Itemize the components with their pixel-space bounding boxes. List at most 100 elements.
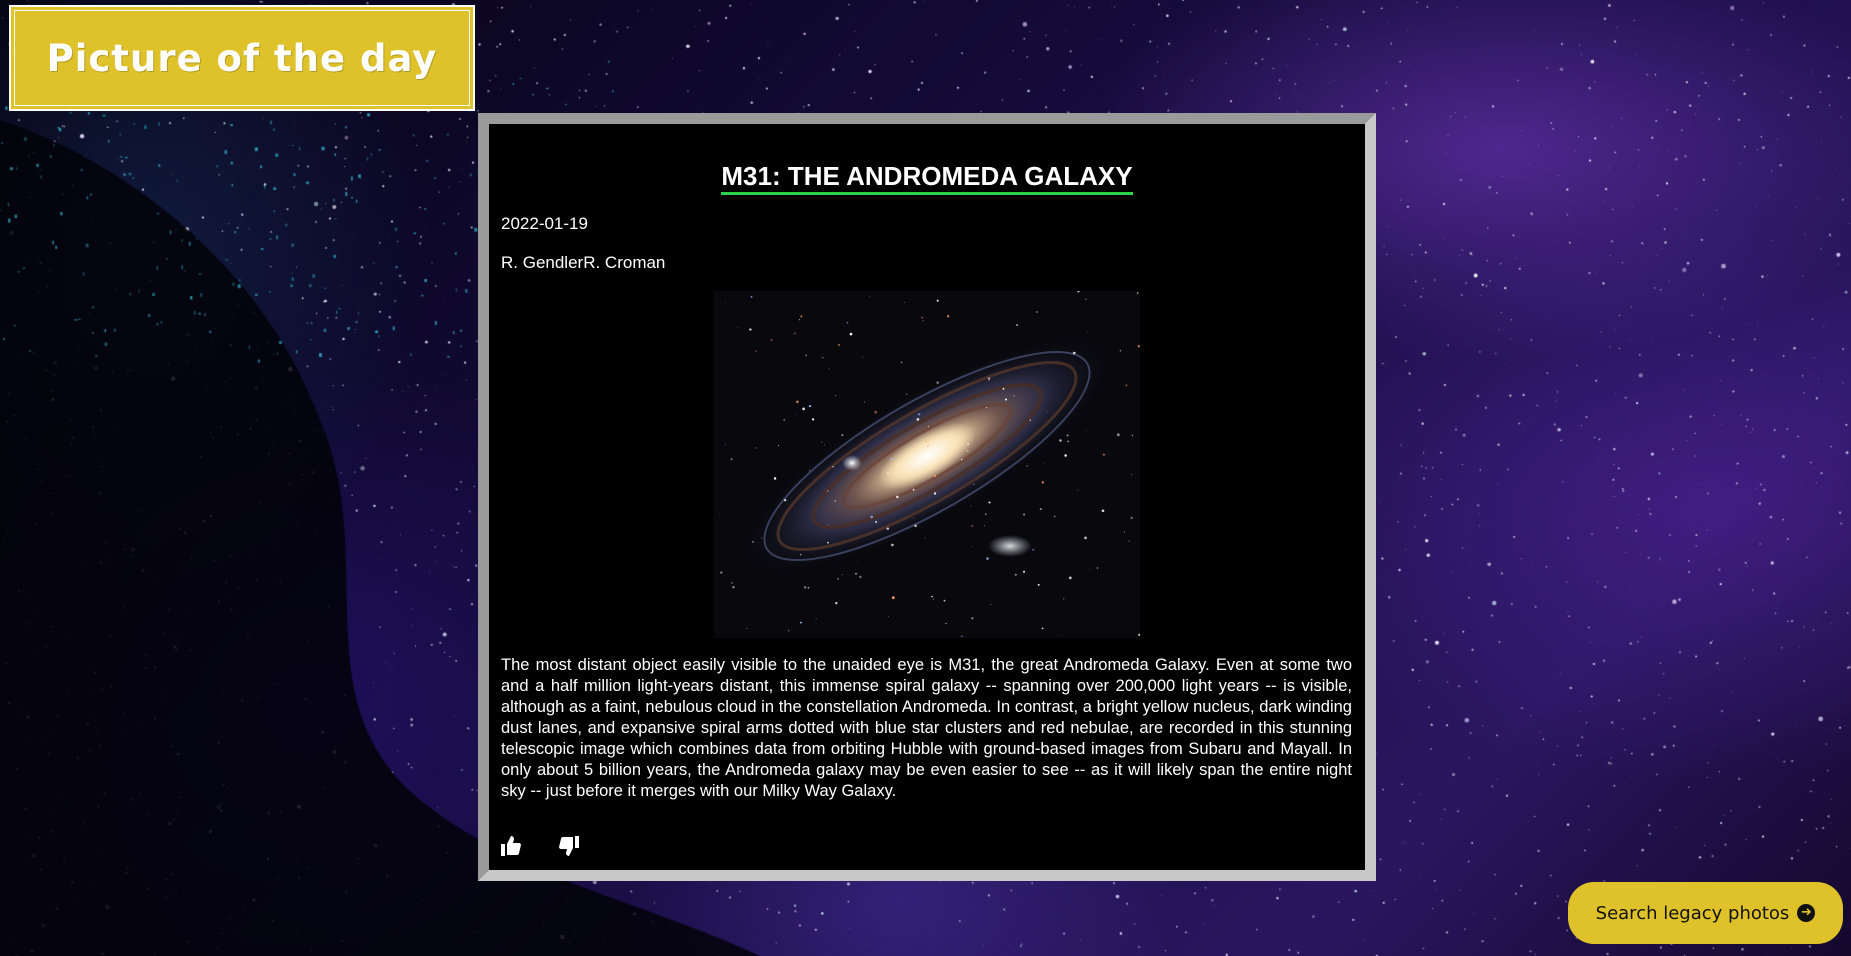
photo-star: [970, 505, 972, 507]
photo-star: [800, 621, 802, 624]
photo-star: [809, 470, 811, 472]
photo-star: [784, 499, 787, 502]
photo-star: [841, 574, 843, 576]
photo-star: [811, 418, 815, 421]
photo-star: [1101, 509, 1105, 513]
photo-star: [746, 628, 748, 629]
photo-star: [800, 315, 803, 318]
photo-star: [1125, 384, 1128, 387]
photo-star: [755, 350, 757, 352]
photo-star: [1102, 453, 1105, 456]
photo-star: [1075, 352, 1077, 354]
photo-star: [1137, 345, 1140, 348]
photo-star: [805, 354, 807, 357]
photo-star: [770, 339, 773, 341]
photo-star: [1014, 573, 1017, 576]
photo-star: [890, 457, 893, 461]
photo-star: [827, 541, 829, 544]
photo-star: [800, 554, 802, 556]
photo-star: [808, 404, 812, 408]
photo-star: [887, 472, 889, 474]
photo-star: [803, 586, 807, 589]
photo-star: [970, 545, 972, 547]
photo-star: [802, 407, 805, 411]
arrow-circle-right-icon: ➜: [1797, 904, 1816, 922]
photo-star: [988, 501, 991, 504]
photo-star: [720, 571, 723, 574]
photo-star: [933, 492, 937, 495]
photo-star: [861, 356, 863, 358]
photo-star: [1136, 292, 1139, 294]
photo-star: [737, 327, 738, 329]
photo-star: [846, 321, 849, 324]
dislike-button[interactable]: [557, 834, 583, 860]
photo-star: [1066, 434, 1069, 437]
photo-star: [794, 332, 796, 335]
photo-star: [859, 575, 862, 579]
photo-star: [1096, 567, 1099, 569]
photo-star: [924, 440, 928, 443]
photo-star: [1077, 489, 1079, 492]
photo-star: [924, 537, 926, 539]
photo-star: [869, 296, 871, 298]
photo-star: [750, 296, 753, 298]
photo-star: [967, 443, 969, 446]
photo-star: [837, 343, 841, 347]
photo-star: [1072, 351, 1076, 355]
photo-star: [1054, 515, 1056, 518]
photo-star: [971, 525, 973, 527]
photo-star: [1013, 395, 1015, 397]
photo-star: [926, 463, 928, 465]
photo-star: [1087, 331, 1088, 333]
photo-star: [1068, 576, 1072, 580]
photo-star: [795, 414, 797, 416]
photo-star: [724, 302, 726, 303]
photo-star: [916, 418, 920, 421]
photo-star: [834, 500, 836, 502]
photo-star: [917, 412, 921, 416]
photo-star: [904, 302, 905, 304]
photo-star: [807, 586, 810, 589]
photo-star: [1119, 350, 1122, 352]
photo-star: [912, 488, 915, 491]
photo-star: [887, 615, 889, 617]
photo-star: [1131, 434, 1134, 437]
photo-star: [1059, 439, 1062, 442]
photo-star: [891, 596, 895, 600]
photo-star: [864, 401, 866, 403]
photo-star: [798, 319, 800, 321]
photo-star: [796, 400, 799, 404]
photo-star: [947, 315, 950, 318]
like-button[interactable]: [499, 834, 525, 860]
photo-star: [988, 380, 990, 382]
photo-star: [1064, 454, 1067, 457]
photo-star: [874, 410, 878, 414]
photo-star: [835, 394, 837, 396]
photo-star: [778, 444, 780, 446]
photo-star: [1116, 433, 1120, 437]
photo-star: [849, 332, 853, 336]
photo-star: [752, 541, 754, 543]
photo-star: [896, 495, 899, 499]
photo-star: [1045, 343, 1047, 345]
search-legacy-photos-button[interactable]: Search legacy photos ➜: [1568, 882, 1843, 944]
photo-star: [773, 477, 777, 480]
photo-star: [783, 418, 786, 421]
photo-star: [886, 527, 890, 530]
page-title: Picture of the day: [46, 36, 438, 80]
photo-star: [1004, 398, 1008, 401]
photo-star: [927, 426, 930, 428]
photo-star: [936, 299, 939, 302]
apod-image: [714, 291, 1140, 638]
photo-star: [1046, 411, 1048, 413]
photo-star: [870, 515, 874, 519]
photo-star: [835, 601, 838, 605]
photo-star: [1037, 583, 1040, 586]
photo-star: [1060, 634, 1062, 636]
photo-star: [1035, 310, 1038, 314]
photo-star: [1029, 419, 1032, 421]
photo-star: [815, 618, 817, 620]
photo-star: [760, 537, 763, 539]
photo-star: [945, 622, 947, 625]
photo-star: [732, 585, 735, 589]
